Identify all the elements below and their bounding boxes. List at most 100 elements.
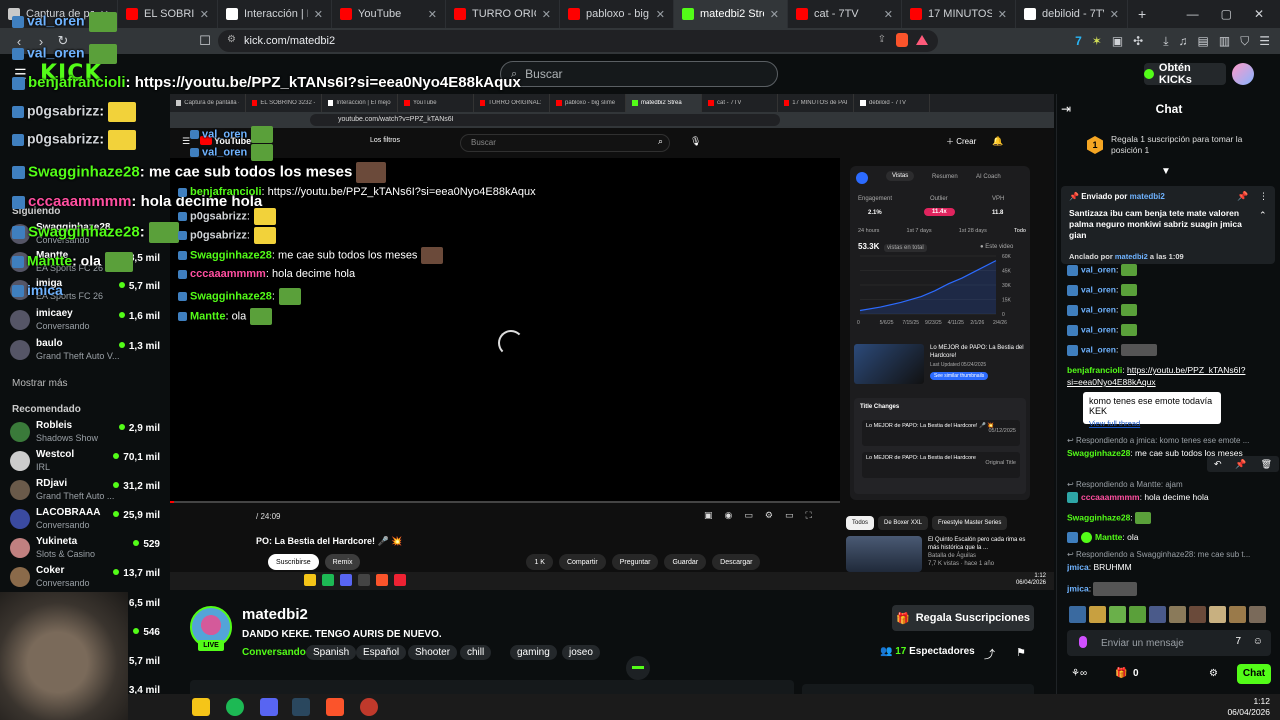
menu-icon[interactable]: ☰: [1259, 34, 1270, 48]
sidebar-toggle-icon[interactable]: ▤: [1198, 34, 1209, 48]
sidebar-recommended-5[interactable]: Coker Conversando 13,7 mil: [10, 565, 160, 593]
pinned-collapse-icon[interactable]: ⌃: [1259, 210, 1267, 221]
sidebar-recommended-2[interactable]: RDjavi Grand Theft Auto ... 31,2 mil: [10, 478, 160, 506]
close-tab-icon[interactable]: ✕: [1110, 8, 1119, 21]
pin-icon[interactable]: 📌: [1235, 459, 1246, 470]
chat-settings-icon[interactable]: ⚙: [1209, 668, 1218, 679]
sidebar-channel-3[interactable]: imicaey Conversando 1,6 mil: [10, 308, 160, 336]
quick-emote-icon[interactable]: [1229, 606, 1246, 623]
sidebar-recommended-4[interactable]: Yukineta Slots & Casino 529: [10, 536, 160, 564]
delete-icon[interactable]: 🗑: [1261, 459, 1272, 470]
quick-emote-icon[interactable]: [1209, 606, 1226, 623]
media-icon[interactable]: ♫: [1179, 34, 1188, 48]
browser-tab[interactable]: TURRO ORIGINAL: LA ✕: [446, 0, 560, 28]
close-tab-icon[interactable]: ✕: [542, 8, 551, 21]
browser-tab[interactable]: Interacción | El mejor s ✕: [218, 0, 332, 28]
report-icon[interactable]: ⚑: [1016, 646, 1026, 659]
quick-emote-icon[interactable]: [1109, 606, 1126, 623]
brave-shield-icon[interactable]: [896, 33, 908, 47]
channel-name[interactable]: matedbi2: [242, 606, 308, 623]
browser-tab[interactable]: cat - 7TV ✕: [788, 0, 902, 28]
stream-tag[interactable]: gaming: [510, 645, 557, 660]
emoji-icon[interactable]: ☺: [1253, 636, 1263, 647]
minimize-icon[interactable]: —: [1187, 7, 1199, 21]
chat-username[interactable]: val_oren: [1081, 344, 1116, 354]
search-input[interactable]: ⌕ Buscar: [500, 61, 778, 87]
site-settings-icon[interactable]: ⚙: [227, 34, 236, 45]
stream-category[interactable]: Conversando: [242, 647, 306, 658]
mic-icon[interactable]: [1079, 636, 1087, 648]
view-full-thread-link[interactable]: View full thread: [1089, 419, 1215, 428]
user-avatar[interactable]: [1232, 63, 1254, 85]
browser-tab[interactable]: matedbi2 Strea ✕: [674, 0, 788, 28]
quick-emote-icon[interactable]: [1149, 606, 1166, 623]
vpn-icon[interactable]: ⛉: [1240, 34, 1249, 49]
brave-rewards-icon[interactable]: [916, 35, 928, 45]
filter-icon[interactable]: ▼: [1161, 166, 1171, 177]
quick-emote-icon[interactable]: [1089, 606, 1106, 623]
send-chat-button[interactable]: Chat: [1237, 664, 1271, 684]
show-more-link[interactable]: Mostrar más: [12, 378, 68, 389]
channel-points-icon[interactable]: ⚘∞: [1071, 668, 1087, 679]
quick-emote-icon[interactable]: [1169, 606, 1186, 623]
sidebar-channel-4[interactable]: baulo Grand Theft Auto V... 1,3 mil: [10, 338, 160, 366]
stream-tag[interactable]: chill: [460, 645, 492, 660]
7tv-emote-icon[interactable]: 7: [1235, 636, 1241, 647]
bookmark-icon[interactable]: ☐: [194, 33, 216, 49]
chat-username[interactable]: benjafrancioli: [1067, 365, 1122, 375]
quick-emote-icon[interactable]: [1069, 606, 1086, 623]
download-icon[interactable]: ⤓: [1163, 34, 1168, 49]
browser-tab[interactable]: debiloid - 7TV ✕: [1016, 0, 1128, 28]
quick-emote-icon[interactable]: [1249, 606, 1266, 623]
address-bar[interactable]: ⚙ kick.com/matedbi2 ⇪: [218, 30, 938, 52]
pinned-user[interactable]: matedbi2: [1130, 192, 1165, 201]
steam-icon[interactable]: [292, 698, 310, 716]
gift-subs-button[interactable]: 🎁 Regala Suscripciones: [892, 605, 1034, 631]
app-icon[interactable]: [360, 698, 378, 716]
chat-username[interactable]: Swagginhaze28: [1067, 448, 1130, 458]
chat-username[interactable]: val_oren: [1081, 284, 1116, 294]
wallet-icon[interactable]: ▥: [1219, 34, 1230, 48]
quick-emote-icon[interactable]: [1129, 606, 1146, 623]
chat-username[interactable]: Swagginhaze28: [1067, 512, 1130, 522]
reply-icon[interactable]: ↶: [1214, 459, 1222, 470]
stream-tag[interactable]: Shooter: [408, 645, 458, 660]
new-tab-button[interactable]: +: [1138, 6, 1146, 22]
chat-message-input[interactable]: Enviar un mensaje 7 ☺: [1067, 630, 1271, 656]
7tv-extension-icon[interactable]: 7: [1075, 34, 1082, 48]
puzzle-icon[interactable]: ✣: [1133, 34, 1143, 48]
close-tab-icon[interactable]: ✕: [314, 8, 323, 21]
chat-username[interactable]: Mantte: [1095, 532, 1122, 542]
close-tab-icon[interactable]: ✕: [884, 8, 893, 21]
chat-username[interactable]: val_oren: [1081, 324, 1116, 334]
get-kicks-button[interactable]: Obtén KICKs: [1144, 62, 1226, 86]
chat-username[interactable]: jmica: [1067, 583, 1089, 593]
close-tab-icon[interactable]: ✕: [656, 8, 665, 21]
chat-username[interactable]: val_oren: [1081, 264, 1116, 274]
stream-tag[interactable]: joseo: [562, 645, 600, 660]
stream-tag[interactable]: Spanish: [306, 645, 357, 660]
pinned-more-icon[interactable]: ⋮: [1259, 191, 1268, 202]
spotify-icon[interactable]: [226, 698, 244, 716]
sidebar-recommended-3[interactable]: LACOBRAAA Conversando 25,9 mil: [10, 507, 160, 535]
chat-username[interactable]: jmica: [1067, 562, 1089, 572]
file-explorer-icon[interactable]: [192, 698, 210, 716]
close-tab-icon[interactable]: ✕: [998, 8, 1007, 21]
share-icon[interactable]: ⇪: [878, 34, 886, 45]
extension-icon[interactable]: ▣: [1112, 34, 1123, 48]
star-extension-icon[interactable]: ✶: [1092, 34, 1102, 48]
sidebar-recommended-1[interactable]: Westcol IRL 70,1 mil: [10, 449, 160, 477]
quick-emote-icon[interactable]: [1189, 606, 1206, 623]
maximize-icon[interactable]: ▢: [1221, 7, 1232, 21]
chat-username[interactable]: val_oren: [1081, 304, 1116, 314]
browser-tab[interactable]: EL SOBRINO 3232 - M ✕: [118, 0, 218, 28]
browser-tab[interactable]: YouTube ✕: [332, 0, 446, 28]
chat-username[interactable]: cccaaammmm: [1081, 492, 1140, 502]
gift-points-icon[interactable]: 🎁: [1115, 668, 1127, 679]
browser-tab[interactable]: 17 MINUTOS de PAPO ✕: [902, 0, 1016, 28]
browser-tab[interactable]: pabloxo - big slime ✕: [560, 0, 674, 28]
sidebar-recommended-0[interactable]: Robleis Shadows Show 2,9 mil: [10, 420, 160, 448]
brave-browser-icon[interactable]: [326, 698, 344, 716]
discord-icon[interactable]: [260, 698, 278, 716]
stream-tag[interactable]: Español: [356, 645, 407, 660]
